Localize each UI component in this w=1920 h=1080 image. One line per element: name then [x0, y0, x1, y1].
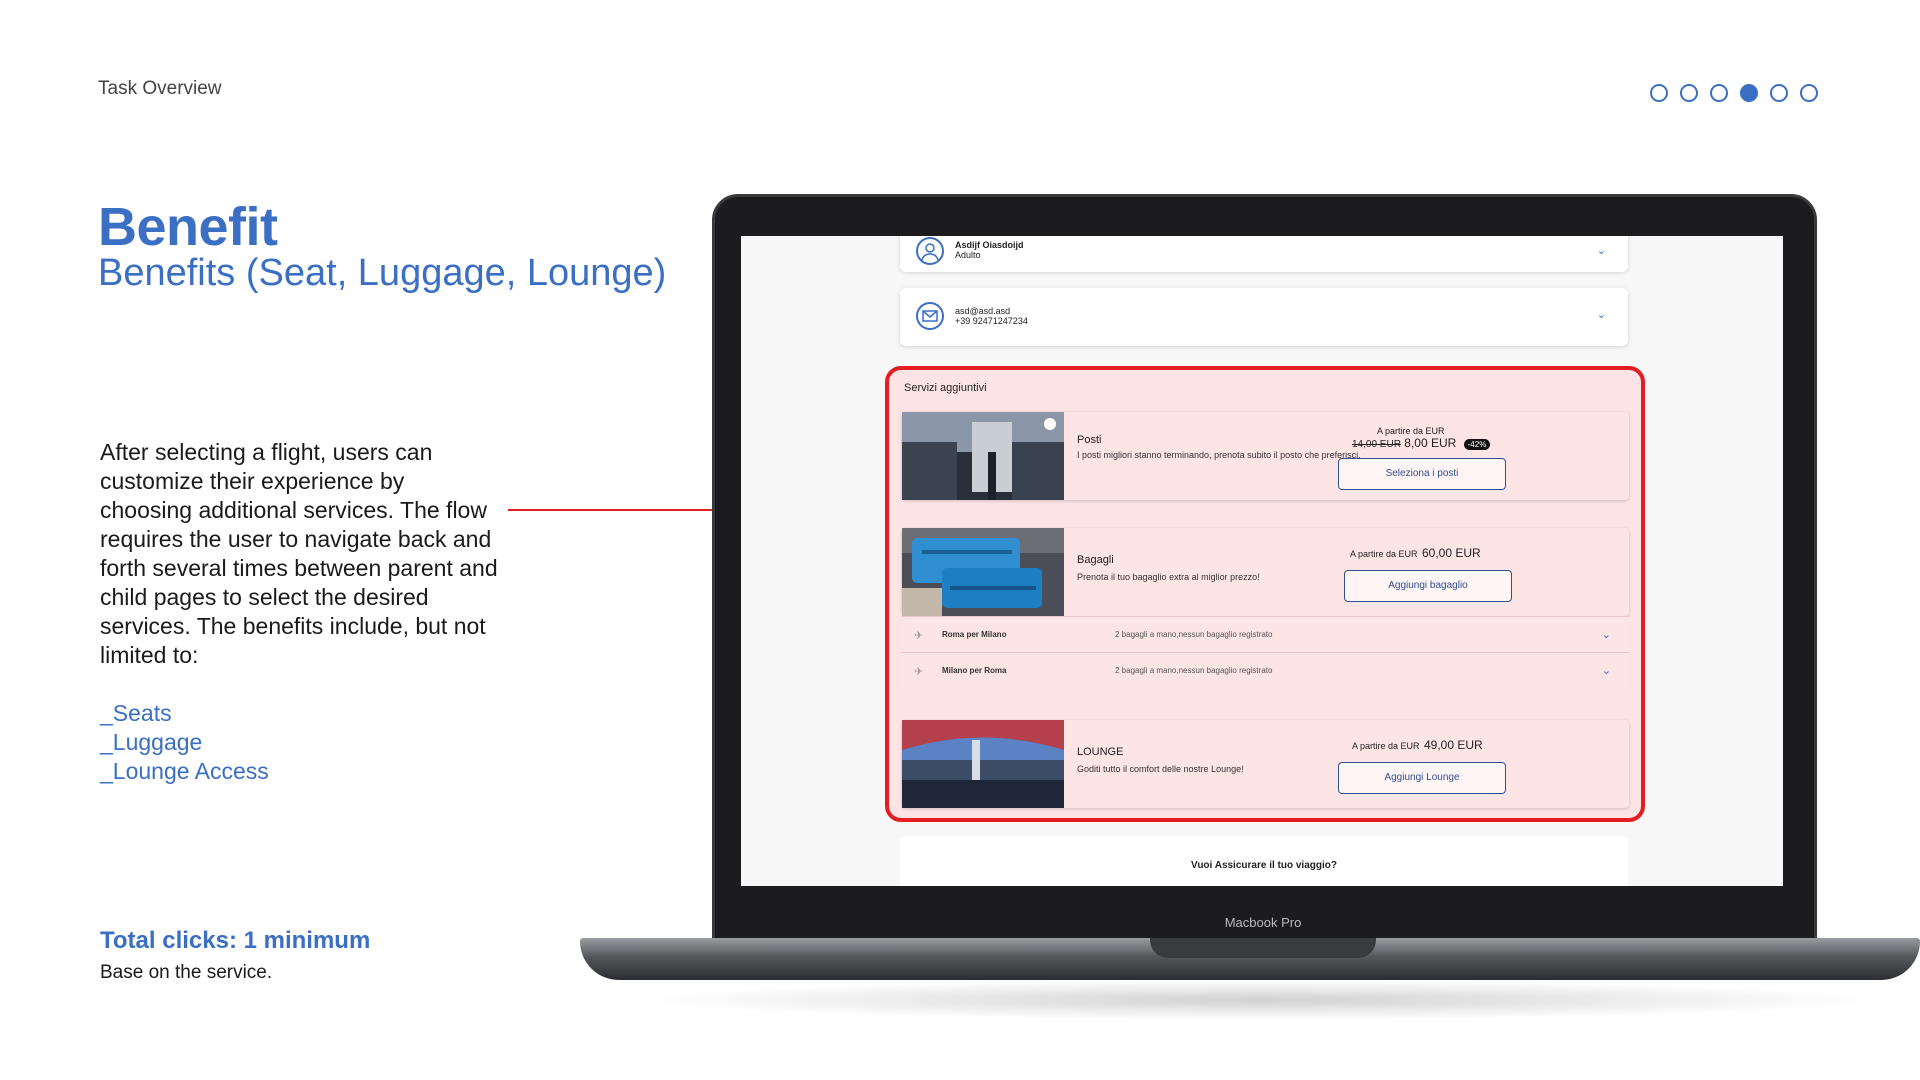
seats-from-label: A partire da EUR [1377, 426, 1445, 436]
discount-badge: -42% [1463, 439, 1491, 450]
seats-price: 8,00 EUR [1404, 436, 1457, 450]
insurance-card[interactable]: Vuoi Assicurare il tuo viaggio? [900, 836, 1628, 886]
plane-icon: ✈ [914, 666, 924, 678]
lounge-description: Goditi tutto il comfort delle nostre Lou… [1077, 764, 1244, 774]
page-dot[interactable] [1770, 84, 1788, 102]
route-description: 2 bagagli a mano,nessun bagaglio registr… [1115, 666, 1273, 675]
clicks-title: Total clicks: 1 minimum [100, 927, 371, 954]
route-name: Roma per Milano [942, 630, 1007, 639]
lounge-price: 49,00 EUR [1423, 738, 1483, 752]
route-row[interactable]: ✈ Roma per Milano 2 bagagli a mano,nessu… [902, 616, 1629, 652]
contact-card[interactable]: asd@asd.asd +39 92471247234 ⌄ [900, 288, 1628, 346]
benefit-item: _Lounge Access [100, 758, 269, 784]
laptop-screen: Asdijf Oiasdoijd Adulto ⌄ asd@asd.asd +3… [741, 236, 1783, 886]
seats-name: Posti [1077, 434, 1102, 446]
seats-image [902, 412, 1064, 500]
bags-image [902, 528, 1064, 616]
route-description: 2 bagagli a mano,nessun bagaglio registr… [1115, 630, 1273, 639]
lounge-from-label: A partire da EUR [1352, 741, 1420, 751]
page-dot-active[interactable] [1740, 84, 1758, 102]
chevron-down-icon[interactable]: ⌄ [1597, 244, 1606, 257]
add-bag-button[interactable]: Aggiungi bagaglio [1344, 570, 1512, 602]
chevron-down-icon[interactable]: ⌄ [1602, 628, 1611, 641]
lounge-image [902, 720, 1064, 808]
contact-phone: +39 92471247234 [955, 316, 1028, 326]
mail-icon [916, 302, 944, 330]
plane-icon: ✈ [914, 630, 924, 642]
user-icon [916, 237, 944, 265]
laptop-brand-label: Macbook Pro [1224, 915, 1302, 930]
passenger-type: Adulto [955, 250, 981, 260]
benefit-list: _Seats _Luggage _Lounge Access [100, 699, 269, 786]
chevron-down-icon[interactable]: ⌄ [1597, 308, 1606, 321]
laptop-notch [1150, 938, 1376, 958]
bags-price: 60,00 EUR [1421, 546, 1481, 560]
section-label: Task Overview [98, 78, 222, 99]
passenger-card[interactable]: Asdijf Oiasdoijd Adulto ⌄ [900, 236, 1628, 272]
bags-price-row: A partire da EUR 60,00 EUR [1350, 544, 1481, 562]
benefit-item: _Luggage [100, 729, 203, 755]
page-dot[interactable] [1710, 84, 1728, 102]
page-indicator [1650, 84, 1818, 102]
seats-card: Posti I posti migliori stanno terminando… [902, 412, 1629, 500]
additional-services-panel: Servizi aggiuntivi Posti I posti miglior… [885, 366, 1645, 822]
select-seats-button[interactable]: Seleziona i posti [1338, 458, 1506, 490]
services-title: Servizi aggiuntivi [904, 382, 987, 394]
description-text: After selecting a flight, users can cust… [100, 439, 498, 668]
clicks-note: Base on the service. [100, 962, 273, 983]
insurance-title: Vuoi Assicurare il tuo viaggio? [1191, 860, 1337, 871]
chevron-down-icon[interactable]: ⌄ [1602, 664, 1611, 677]
page-dot[interactable] [1650, 84, 1668, 102]
lounge-name: LOUNGE [1077, 746, 1124, 758]
lounge-price-row: A partire da EUR 49,00 EUR [1352, 736, 1483, 754]
bags-description: Prenota il tuo bagaglio extra al miglior… [1077, 572, 1260, 582]
lounge-card: LOUNGE Goditi tutto il comfort delle nos… [902, 720, 1629, 808]
bags-from-label: A partire da EUR [1350, 549, 1418, 559]
seats-price-row: 14,00 EUR 8,00 EUR -42% [1352, 436, 1491, 450]
page-dot[interactable] [1800, 84, 1818, 102]
route-row[interactable]: ✈ Milano per Roma 2 bagagli a mano,nessu… [902, 652, 1629, 688]
benefit-item: _Seats [100, 700, 172, 726]
bags-name: Bagagli [1077, 554, 1114, 566]
seats-description: I posti migliori stanno terminando, pren… [1077, 450, 1361, 460]
bags-card: Bagagli Prenota il tuo bagaglio extra al… [902, 528, 1629, 616]
page-title: Benefit [98, 197, 278, 257]
page-subtitle: Benefits (Seat, Luggage, Lounge) [98, 252, 667, 294]
add-lounge-button[interactable]: Aggiungi Lounge [1338, 762, 1506, 794]
seats-old-price: 14,00 EUR [1352, 439, 1401, 450]
page-dot[interactable] [1680, 84, 1698, 102]
laptop-shadow [640, 980, 1880, 1020]
route-name: Milano per Roma [942, 666, 1007, 675]
